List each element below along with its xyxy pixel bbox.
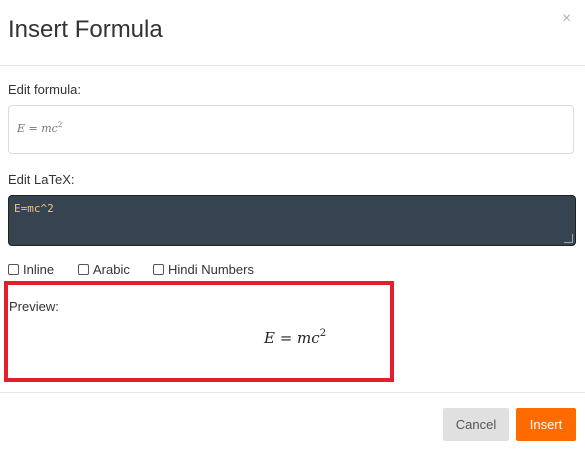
preview-exponent: 2: [319, 328, 327, 339]
preview-panel: Preview: E = mc2: [4, 281, 394, 382]
checkbox-box[interactable]: [78, 264, 89, 275]
preview-lhs: E = mc: [264, 329, 320, 347]
edit-formula-label: Edit formula:: [8, 82, 81, 97]
formula-editor-content: E = mc2: [17, 121, 63, 135]
arabic-checkbox-label: Arabic: [93, 262, 130, 277]
preview-label: Preview:: [9, 299, 59, 314]
latex-value: E=mc^2: [14, 202, 54, 215]
checkbox-box[interactable]: [153, 264, 164, 275]
inline-checkbox[interactable]: Inline: [8, 262, 54, 277]
latex-textarea[interactable]: E=mc^2: [8, 195, 576, 246]
formula-lhs: E = mc: [17, 122, 58, 135]
dialog-title: Insert Formula: [8, 16, 163, 43]
hindi-numbers-checkbox-label: Hindi Numbers: [168, 262, 254, 277]
dialog-header: Insert Formula ×: [0, 0, 585, 66]
insert-formula-dialog: Insert Formula × Edit formula: E = mc2 E…: [0, 0, 585, 453]
formula-exponent: 2: [57, 121, 63, 129]
footer-divider: [0, 392, 585, 393]
inline-checkbox-label: Inline: [23, 262, 55, 277]
resize-handle-icon[interactable]: [564, 234, 573, 243]
insert-button[interactable]: Insert: [516, 408, 576, 441]
close-icon[interactable]: ×: [562, 10, 571, 28]
checkbox-box[interactable]: [8, 264, 19, 275]
cancel-button[interactable]: Cancel: [443, 408, 509, 441]
formula-editor[interactable]: E = mc2: [8, 105, 574, 154]
edit-latex-label: Edit LaTeX:: [8, 172, 75, 187]
preview-equation: E = mc2: [264, 328, 327, 347]
hindi-numbers-checkbox[interactable]: Hindi Numbers: [153, 262, 254, 277]
arabic-checkbox[interactable]: Arabic: [78, 262, 130, 277]
